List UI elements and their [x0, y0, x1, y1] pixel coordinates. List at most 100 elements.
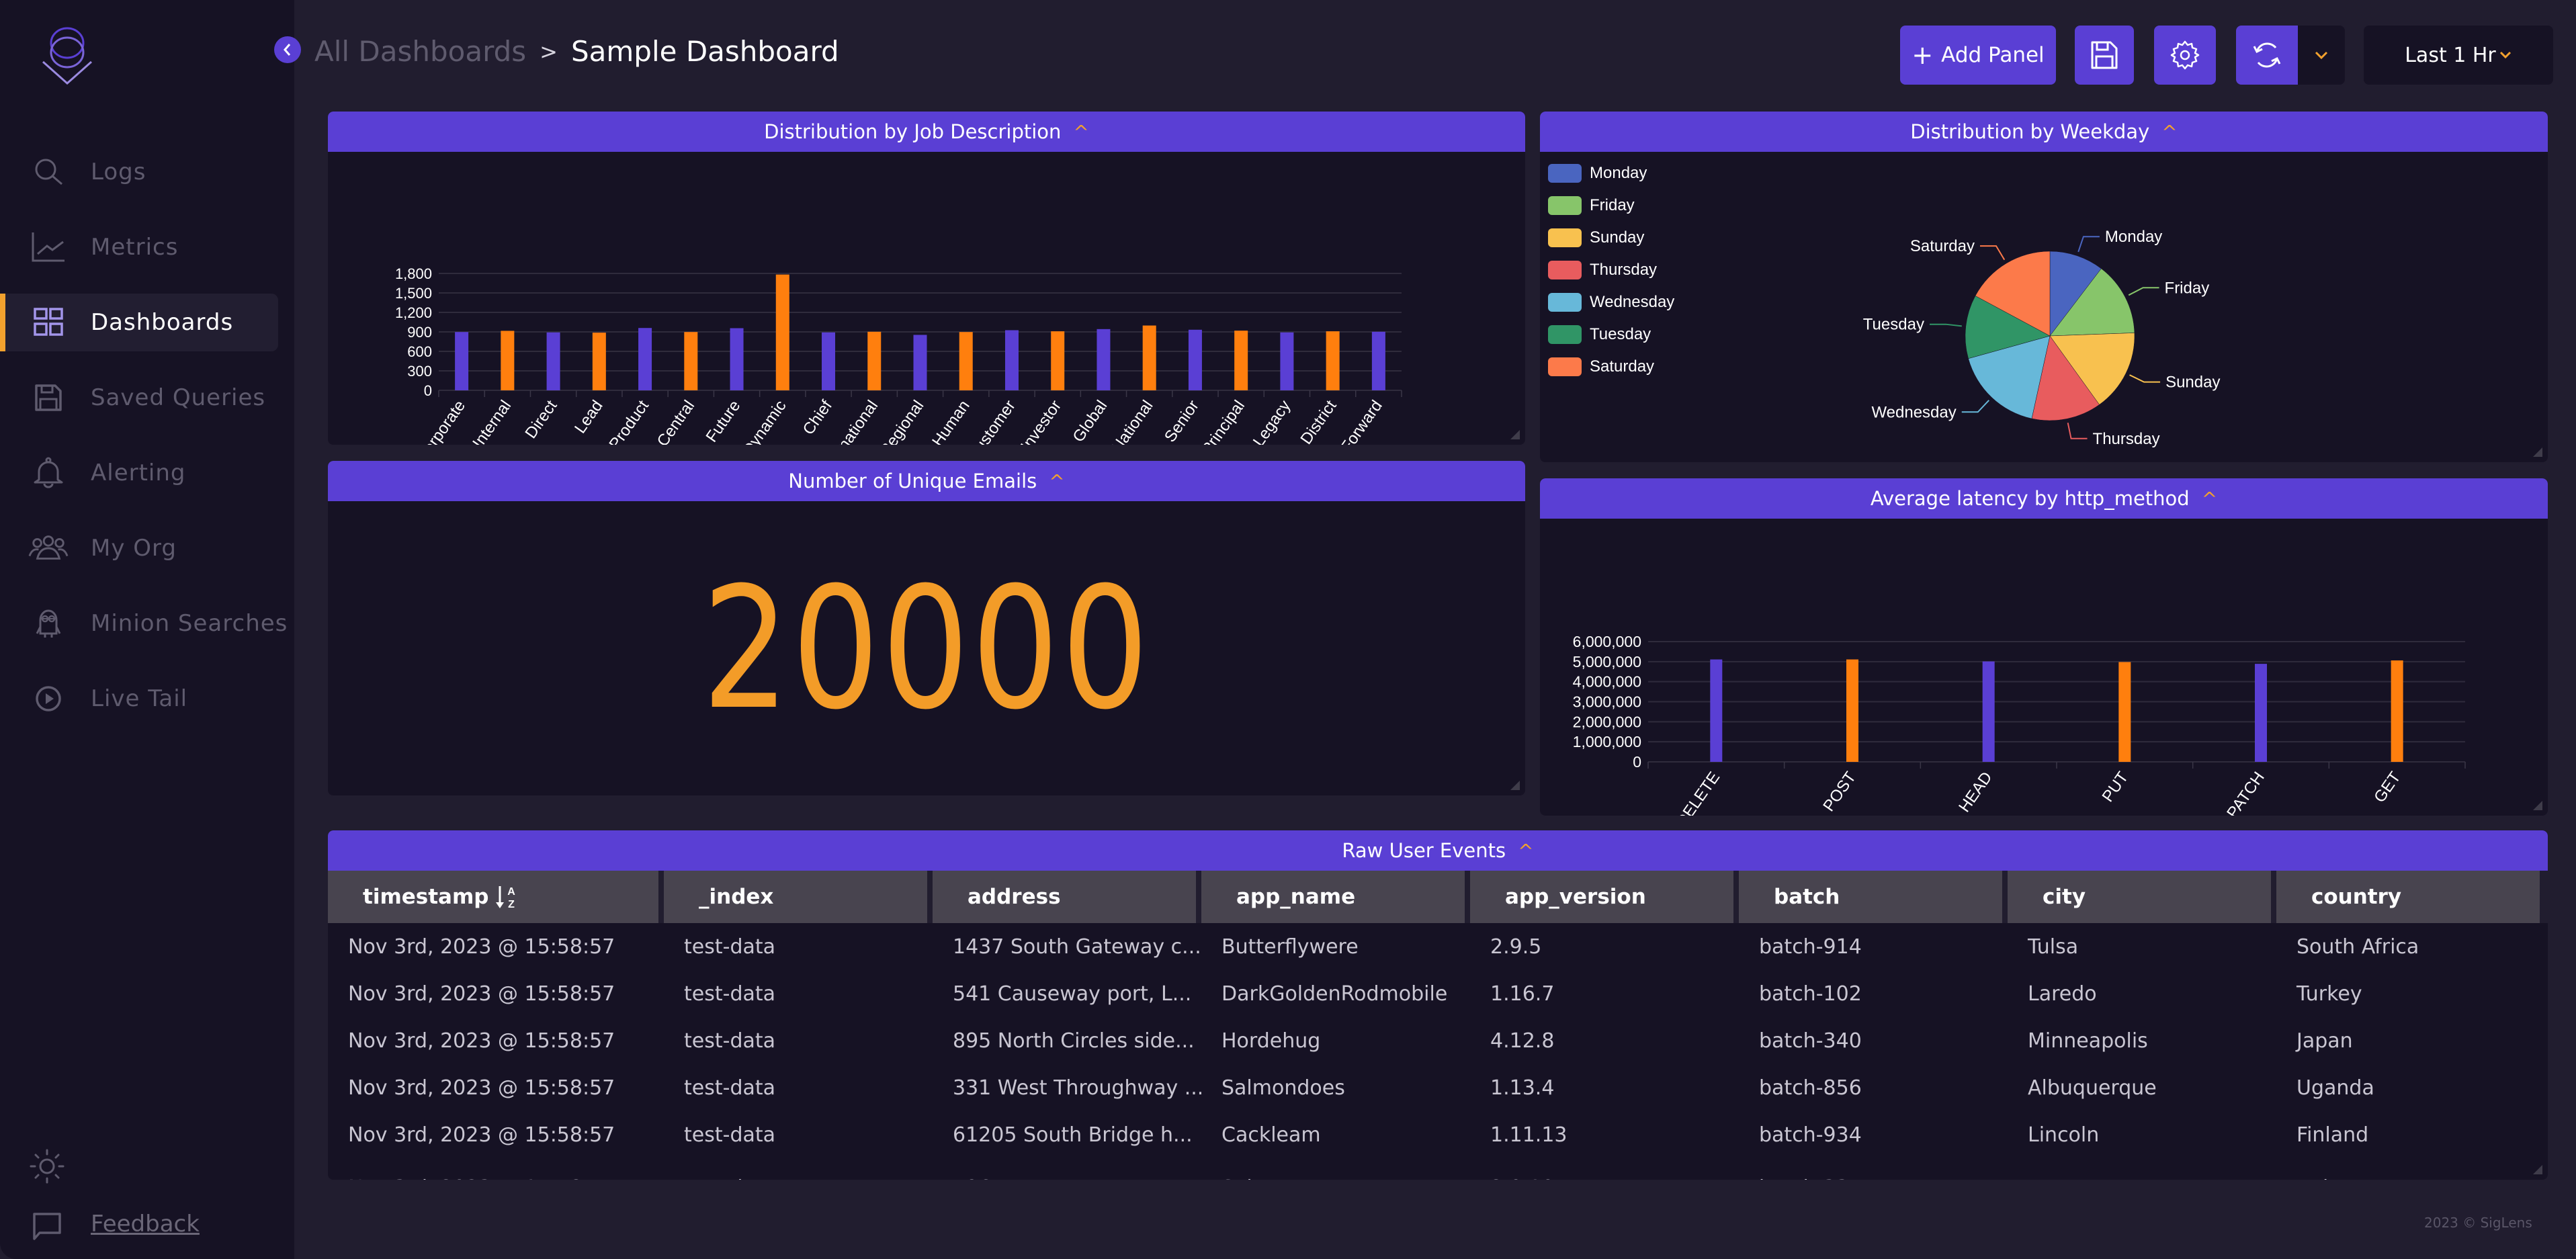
y-tick-label: 2,000,000 — [1573, 713, 1641, 730]
resize-handle[interactable] — [2533, 1165, 2542, 1174]
x-tick-label: GET — [2370, 769, 2405, 806]
bar-dynamic — [775, 274, 789, 390]
sidebar-item-logs[interactable]: Logs — [0, 134, 294, 210]
cell-batch: batch-934 — [1759, 1123, 1862, 1147]
cell-country: Uganda — [2296, 1076, 2374, 1100]
column-header-country[interactable]: country — [2276, 871, 2540, 923]
active-indicator — [0, 294, 5, 351]
cell-app-name: Butterflywere — [1221, 935, 1359, 959]
breadcrumb-all-dashboards[interactable]: All Dashboards — [314, 35, 526, 68]
cell-batch: batch-914 — [1759, 935, 1862, 959]
add-panel-button[interactable]: + Add Panel — [1900, 26, 2056, 85]
pie-leader-line — [1961, 400, 1989, 413]
column-header-label: app_name — [1236, 885, 1356, 909]
cell-country: Finland — [2296, 1123, 2369, 1147]
y-tick-label: 600 — [407, 343, 432, 360]
panel-title: Distribution by Job Description — [764, 120, 1062, 143]
table-row[interactable]: Nov 3rd, 2023 @ 15:58:57 test-data 61205 S… — [328, 1111, 2548, 1158]
y-tick-label: 900 — [407, 324, 432, 341]
collapse-caret-icon[interactable]: ^ — [2202, 488, 2217, 510]
x-tick-label: Regional — [876, 397, 927, 445]
pie-label: Thursday — [2093, 430, 2160, 448]
sidebar-item-minion-searches[interactable]: Minion Searches — [0, 586, 294, 661]
resize-handle[interactable] — [2533, 447, 2542, 457]
bar-post — [1846, 659, 1858, 762]
job-bar-chart: 0 300 600 900 1,200 1,500 1,800 Corporate Intern… — [395, 265, 1402, 445]
cell-batch: batch-340 — [1759, 1029, 1862, 1053]
panel-header[interactable]: Distribution by Weekday ^ — [1540, 112, 2548, 152]
pie-leader-line — [2067, 423, 2088, 439]
x-tick-label: Chief — [800, 397, 836, 439]
refresh-button[interactable] — [2236, 26, 2298, 85]
bar-product — [638, 328, 652, 390]
cell-app-name: Cackleam — [1221, 1123, 1321, 1147]
sun-icon[interactable] — [30, 1149, 65, 1184]
sidebar-item-metrics[interactable]: Metrics — [0, 210, 294, 285]
x-tick-label: Senior — [1161, 397, 1203, 445]
column-header-app-version[interactable]: app_version — [1470, 871, 1733, 923]
dashboard-settings-button[interactable] — [2154, 26, 2216, 85]
column-header-address[interactable]: address — [933, 871, 1196, 923]
cell-app-version: 4.12.8 — [1490, 1029, 1555, 1053]
bar-investor — [1051, 331, 1065, 390]
sidebar-item-label: Dashboards — [91, 309, 234, 336]
bar-human — [959, 332, 973, 390]
sidebar-item-dashboards[interactable]: Dashboards — [0, 285, 294, 360]
feedback-link[interactable]: Feedback — [0, 1195, 294, 1248]
save-dashboard-button[interactable] — [2075, 26, 2134, 85]
x-tick-label: PUT — [2099, 769, 2133, 806]
cell-app-name: DarkGoldenRodmobile — [1221, 982, 1448, 1006]
sort-a-z-icon[interactable]: AZ — [495, 883, 518, 910]
sidebar-item-alerting[interactable]: Alerting — [0, 435, 294, 511]
chat-bubble-icon — [33, 1213, 61, 1240]
sidebar-item-label: Logs — [91, 159, 146, 185]
panel-header[interactable]: Raw User Events ^ — [328, 830, 2548, 871]
svg-text:A: A — [508, 886, 516, 898]
table-body: Nov 3rd, 2023 @ 15:58:57 test-data 1437 So… — [328, 923, 2548, 1180]
panel-header[interactable]: Average latency by http_method ^ — [1540, 478, 2548, 519]
panel-header[interactable]: Number of Unique Emails ^ — [328, 461, 1525, 501]
y-tick-label: 6,000,000 — [1573, 633, 1641, 650]
table-row[interactable]: Nov 3rd, 2023 @ 15:58:57 test-data 895 Nor… — [328, 1017, 2548, 1064]
resize-handle[interactable] — [1510, 430, 1520, 439]
column-header-index[interactable]: _index — [664, 871, 927, 923]
collapse-caret-icon[interactable]: ^ — [1518, 840, 1533, 862]
search-icon — [28, 152, 69, 192]
collapse-caret-icon[interactable]: ^ — [1049, 470, 1064, 492]
time-range-picker[interactable]: Last 1 Hr — [2364, 26, 2553, 85]
collapse-caret-icon[interactable]: ^ — [2161, 121, 2177, 143]
bar-international — [867, 331, 882, 390]
column-header-city[interactable]: city — [2008, 871, 2271, 923]
column-header-app-name[interactable]: app_name — [1201, 871, 1465, 923]
cell-app-name: Salmondoes — [1221, 1076, 1345, 1100]
bar-regional — [913, 335, 927, 390]
collapse-caret-icon[interactable]: ^ — [1073, 121, 1088, 143]
collapse-sidebar-button[interactable] — [274, 36, 301, 63]
column-header-label: _index — [699, 885, 774, 909]
column-header-batch[interactable]: batch — [1739, 871, 2002, 923]
resize-handle[interactable] — [2533, 801, 2542, 810]
table-row[interactable]: Nov 3rd, 2023 @ 15:58:57 test-data 1437 So… — [328, 923, 2548, 970]
siglens-logo-icon[interactable] — [30, 23, 105, 90]
feedback-label[interactable]: Feedback — [91, 1211, 200, 1238]
table-row[interactable]: Nov 3rd, 2023 @ 15:58:57test-data596 ...… — [328, 1158, 2548, 1180]
cell-timestamp: Nov 3rd, 2023 @ 15:58:57 — [348, 1076, 615, 1100]
table-row[interactable]: Nov 3rd, 2023 @ 15:58:57 test-data 541 Cau… — [328, 970, 2548, 1017]
sidebar-item-live-tail[interactable]: Live Tail — [0, 661, 294, 736]
cell-city: Albuquerque — [2028, 1076, 2157, 1100]
cell-app-version: 1.11.13 — [1490, 1123, 1568, 1147]
table-row[interactable]: Nov 3rd, 2023 @ 15:58:57 test-data 331 Wes… — [328, 1064, 2548, 1111]
cell-index: test-data — [684, 1029, 776, 1053]
column-header-timestamp[interactable]: timestamp A Z — [328, 871, 658, 923]
breadcrumb: All Dashboards > Sample Dashboard — [314, 35, 839, 68]
column-header-label: batch — [1774, 885, 1840, 909]
panel-header[interactable]: Distribution by Job Description ^ — [328, 112, 1525, 152]
y-tick-label: 3,000,000 — [1573, 693, 1641, 711]
resize-handle[interactable] — [1510, 781, 1520, 790]
sidebar-item-saved-queries[interactable]: Saved Queries — [0, 360, 294, 435]
refresh-control — [2236, 26, 2345, 85]
refresh-interval-dropdown[interactable] — [2298, 26, 2345, 85]
gear-icon — [2170, 40, 2200, 70]
bar-legacy — [1280, 332, 1294, 390]
sidebar-item-my-org[interactable]: My Org — [0, 511, 294, 586]
